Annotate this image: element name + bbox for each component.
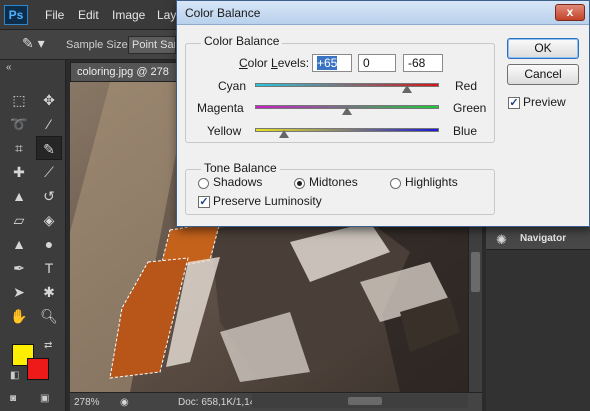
history-brush-tool-icon[interactable]: ↺ [36,184,62,208]
tone-balance-group-label: Tone Balance [201,161,280,175]
eyedropper-preset-icon[interactable]: ✎ ▾ [22,35,52,55]
status-menu-icon[interactable]: ◉ [120,397,129,408]
preserve-luminosity-label[interactable]: Preserve Luminosity [213,194,322,208]
brush-tool-icon[interactable]: ⟋ [36,160,62,184]
quick-selection-tool-icon[interactable]: ⁄ [36,112,62,136]
color-levels-label: Color Levels: [239,56,310,70]
preview-label[interactable]: Preview [523,95,566,109]
background-color-swatch[interactable] [27,358,49,380]
navigator-icon: ✺ [496,232,507,247]
color-balance-group-label: Color Balance [201,34,283,48]
crop-tool-icon[interactable]: ⌗ [6,136,32,160]
magenta-green-slider-thumb[interactable] [342,107,352,115]
midtones-radio[interactable] [294,178,305,189]
healing-brush-tool-icon[interactable]: ✚ [6,160,32,184]
default-colors-icon[interactable]: ◧ [10,370,19,381]
navigator-panel-tab[interactable]: ✺ Navigator [486,226,590,250]
slider-right-label-red: Red [455,79,478,93]
level-yellow-blue-field[interactable]: -68 [403,54,443,72]
menu-layer[interactable]: Lay [157,8,176,22]
highlights-label[interactable]: Highlights [405,175,458,189]
ok-button[interactable]: OK [507,38,579,59]
sample-size-label: Sample Size: [66,39,131,51]
preserve-luminosity-checkbox[interactable]: ✓ [198,196,210,208]
screen-mode-icon[interactable]: ▣ [40,393,49,404]
document-info: Doc: 658,1K/1,14M [178,397,264,408]
horizontal-scrollbar[interactable] [252,394,468,408]
move-tool-icon[interactable]: ✥ [36,88,62,112]
slider-left-label-magenta: Magenta [197,101,244,115]
level-cyan-red-field[interactable]: +65 [312,54,352,72]
photoshop-logo: Ps [4,5,28,25]
zoom-level[interactable]: 278% [74,397,100,408]
menu-image[interactable]: Image [112,8,145,22]
cyan-red-slider-thumb[interactable] [401,85,412,93]
tools-panel: « ⬚ ✥ ➰ ⁄ ⌗ ✎ ✚ ⟋ ▲ ↺ ▱ ◈ ▲ ● ✒ T ➤ ✱ ✋ … [0,60,66,411]
lasso-tool-icon[interactable]: ➰ [6,112,32,136]
midtones-label[interactable]: Midtones [309,175,358,189]
clone-stamp-tool-icon[interactable]: ▲ [6,184,32,208]
vertical-scroll-thumb[interactable] [471,252,480,292]
sample-size-select[interactable]: Point Sam [128,36,176,54]
swap-colors-icon[interactable]: ⇄ [44,340,52,351]
yellow-blue-slider-thumb[interactable] [279,130,290,138]
eraser-tool-icon[interactable]: ▱ [6,208,32,232]
marquee-tool-icon[interactable]: ⬚ [6,88,32,112]
shadows-radio[interactable] [198,178,209,189]
quick-mask-icon[interactable]: ◙ [10,393,16,404]
collapse-panel-icon[interactable]: « [6,62,12,73]
path-selection-tool-icon[interactable]: ➤ [6,280,32,304]
pen-tool-icon[interactable]: ✒ [6,256,32,280]
dialog-title: Color Balance [185,6,261,20]
slider-left-label-cyan: Cyan [218,79,247,93]
color-balance-dialog: Color Balance x Color Balance Color Leve… [176,0,590,227]
preview-checkbox[interactable]: ✓ [508,97,520,109]
eyedropper-tool-icon[interactable]: ✎ [36,136,62,160]
slider-right-label-green: Green [453,101,487,115]
highlights-radio[interactable] [390,178,401,189]
horizontal-scroll-thumb[interactable] [348,397,382,405]
cancel-button[interactable]: Cancel [507,64,579,85]
close-button[interactable]: x [555,4,585,21]
menu-file[interactable]: File [45,8,64,22]
hand-tool-icon[interactable]: ✋ [6,304,32,328]
type-tool-icon[interactable]: T [36,256,62,280]
shadows-label[interactable]: Shadows [213,175,262,189]
dodge-tool-icon[interactable]: ● [36,232,62,256]
navigator-label: Navigator [520,233,567,244]
blur-tool-icon[interactable]: ▲ [6,232,32,256]
zoom-tool-icon[interactable]: 🔍︎ [36,304,62,328]
slider-left-label-yellow: Yellow [207,124,242,138]
dialog-title-bar[interactable]: Color Balance x [177,1,589,25]
menu-edit[interactable]: Edit [78,8,99,22]
paint-bucket-tool-icon[interactable]: ◈ [36,208,62,232]
level-magenta-green-field[interactable]: 0 [358,54,396,72]
shape-tool-icon[interactable]: ✱ [36,280,62,304]
slider-right-label-blue: Blue [453,124,478,138]
document-tab[interactable]: coloring.jpg @ 278 [70,62,182,82]
